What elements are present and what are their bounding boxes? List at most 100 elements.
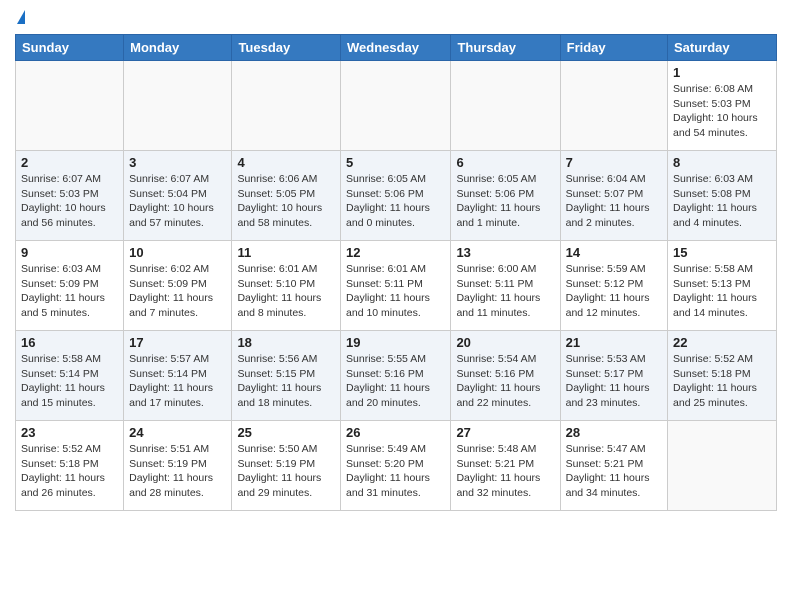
calendar-cell: 6Sunrise: 6:05 AMSunset: 5:06 PMDaylight… bbox=[451, 151, 560, 241]
calendar-cell: 26 Sunrise: 5:49 AMSunset: 5:20 PMDayligh… bbox=[341, 421, 451, 511]
day-info: Sunrise: 6:00 AMSunset: 5:11 PMDaylight:… bbox=[456, 262, 554, 321]
day-info: Sunrise: 5:54 AMSunset: 5:16 PMDaylight:… bbox=[456, 352, 554, 411]
day-info: Sunrise: 5:56 AMSunset: 5:15 PMDaylight:… bbox=[237, 352, 335, 411]
week-row-3: 9 Sunrise: 6:03 AMSunset: 5:09 PMDaylight… bbox=[16, 241, 777, 331]
weekday-header-row: SundayMondayTuesdayWednesdayThursdayFrid… bbox=[16, 35, 777, 61]
calendar-cell: 5 Sunrise: 6:05 AMSunset: 5:06 PMDaylight… bbox=[341, 151, 451, 241]
day-number: 6 bbox=[456, 155, 554, 170]
weekday-header-monday: Monday bbox=[124, 35, 232, 61]
calendar-cell: 9 Sunrise: 6:03 AMSunset: 5:09 PMDaylight… bbox=[16, 241, 124, 331]
day-info: Sunrise: 5:51 AMSunset: 5:19 PMDaylight:… bbox=[129, 442, 226, 501]
day-info: Sunrise: 5:57 AMSunset: 5:14 PMDaylight:… bbox=[129, 352, 226, 411]
day-number: 14 bbox=[566, 245, 662, 260]
week-row-4: 16 Sunrise: 5:58 AMSunset: 5:14 PMDayligh… bbox=[16, 331, 777, 421]
day-info: Sunrise: 5:52 AMSunset: 5:18 PMDaylight:… bbox=[21, 442, 118, 501]
day-number: 16 bbox=[21, 335, 118, 350]
day-info: Sunrise: 6:02 AMSunset: 5:09 PMDaylight:… bbox=[129, 262, 226, 321]
day-number: 17 bbox=[129, 335, 226, 350]
calendar-cell: 16 Sunrise: 5:58 AMSunset: 5:14 PMDayligh… bbox=[16, 331, 124, 421]
calendar-cell bbox=[16, 61, 124, 151]
calendar-cell: 18 Sunrise: 5:56 AMSunset: 5:15 PMDayligh… bbox=[232, 331, 341, 421]
page-header bbox=[15, 10, 777, 26]
day-number: 20 bbox=[456, 335, 554, 350]
day-number: 8 bbox=[673, 155, 771, 170]
day-number: 13 bbox=[456, 245, 554, 260]
day-info: Sunrise: 6:04 AMSunset: 5:07 PMDaylight:… bbox=[566, 172, 662, 231]
weekday-header-saturday: Saturday bbox=[668, 35, 777, 61]
day-number: 9 bbox=[21, 245, 118, 260]
day-info: Sunrise: 6:06 AMSunset: 5:05 PMDaylight:… bbox=[237, 172, 335, 231]
day-number: 18 bbox=[237, 335, 335, 350]
day-info: Sunrise: 5:53 AMSunset: 5:17 PMDaylight:… bbox=[566, 352, 662, 411]
day-number: 26 bbox=[346, 425, 445, 440]
calendar-cell: 12Sunrise: 6:01 AMSunset: 5:11 PMDayligh… bbox=[341, 241, 451, 331]
weekday-header-friday: Friday bbox=[560, 35, 667, 61]
day-number: 15 bbox=[673, 245, 771, 260]
calendar-cell: 27 Sunrise: 5:48 AMSunset: 5:21 PMDayligh… bbox=[451, 421, 560, 511]
day-number: 11 bbox=[237, 245, 335, 260]
week-row-5: 23 Sunrise: 5:52 AMSunset: 5:18 PMDayligh… bbox=[16, 421, 777, 511]
weekday-header-sunday: Sunday bbox=[16, 35, 124, 61]
calendar-cell: 8 Sunrise: 6:03 AMSunset: 5:08 PMDaylight… bbox=[668, 151, 777, 241]
day-number: 28 bbox=[566, 425, 662, 440]
calendar-cell: 13 Sunrise: 6:00 AMSunset: 5:11 PMDayligh… bbox=[451, 241, 560, 331]
calendar-cell: 25Sunrise: 5:50 AMSunset: 5:19 PMDayligh… bbox=[232, 421, 341, 511]
day-number: 10 bbox=[129, 245, 226, 260]
calendar-cell: 1 Sunrise: 6:08 AMSunset: 5:03 PMDaylight… bbox=[668, 61, 777, 151]
day-number: 24 bbox=[129, 425, 226, 440]
day-info: Sunrise: 6:07 AMSunset: 5:03 PMDaylight:… bbox=[21, 172, 118, 231]
day-number: 22 bbox=[673, 335, 771, 350]
day-number: 5 bbox=[346, 155, 445, 170]
day-info: Sunrise: 5:47 AMSunset: 5:21 PMDaylight:… bbox=[566, 442, 662, 501]
calendar-cell bbox=[124, 61, 232, 151]
day-number: 23 bbox=[21, 425, 118, 440]
weekday-header-tuesday: Tuesday bbox=[232, 35, 341, 61]
calendar-cell: 24 Sunrise: 5:51 AMSunset: 5:19 PMDayligh… bbox=[124, 421, 232, 511]
calendar-cell: 14 Sunrise: 5:59 AMSunset: 5:12 PMDayligh… bbox=[560, 241, 667, 331]
calendar-cell: 2 Sunrise: 6:07 AMSunset: 5:03 PMDaylight… bbox=[16, 151, 124, 241]
calendar-cell: 3Sunrise: 6:07 AMSunset: 5:04 PMDaylight… bbox=[124, 151, 232, 241]
day-info: Sunrise: 5:48 AMSunset: 5:21 PMDaylight:… bbox=[456, 442, 554, 501]
day-number: 3 bbox=[129, 155, 226, 170]
day-info: Sunrise: 6:01 AMSunset: 5:11 PMDaylight:… bbox=[346, 262, 445, 321]
day-number: 19 bbox=[346, 335, 445, 350]
day-number: 2 bbox=[21, 155, 118, 170]
day-info: Sunrise: 6:05 AMSunset: 5:06 PMDaylight:… bbox=[346, 172, 445, 231]
calendar-cell: 7 Sunrise: 6:04 AMSunset: 5:07 PMDaylight… bbox=[560, 151, 667, 241]
weekday-header-thursday: Thursday bbox=[451, 35, 560, 61]
calendar-cell: 15 Sunrise: 5:58 AMSunset: 5:13 PMDayligh… bbox=[668, 241, 777, 331]
day-number: 4 bbox=[237, 155, 335, 170]
calendar-cell: 20 Sunrise: 5:54 AMSunset: 5:16 PMDayligh… bbox=[451, 331, 560, 421]
calendar-cell: 11Sunrise: 6:01 AMSunset: 5:10 PMDayligh… bbox=[232, 241, 341, 331]
calendar-cell: 4 Sunrise: 6:06 AMSunset: 5:05 PMDaylight… bbox=[232, 151, 341, 241]
day-number: 27 bbox=[456, 425, 554, 440]
day-info: Sunrise: 6:08 AMSunset: 5:03 PMDaylight:… bbox=[673, 82, 771, 141]
day-info: Sunrise: 5:58 AMSunset: 5:14 PMDaylight:… bbox=[21, 352, 118, 411]
day-number: 7 bbox=[566, 155, 662, 170]
week-row-1: 1 Sunrise: 6:08 AMSunset: 5:03 PMDaylight… bbox=[16, 61, 777, 151]
calendar-cell: 17 Sunrise: 5:57 AMSunset: 5:14 PMDayligh… bbox=[124, 331, 232, 421]
day-info: Sunrise: 5:58 AMSunset: 5:13 PMDaylight:… bbox=[673, 262, 771, 321]
day-info: Sunrise: 5:50 AMSunset: 5:19 PMDaylight:… bbox=[237, 442, 335, 501]
calendar-table: SundayMondayTuesdayWednesdayThursdayFrid… bbox=[15, 34, 777, 511]
calendar-cell: 28 Sunrise: 5:47 AMSunset: 5:21 PMDayligh… bbox=[560, 421, 667, 511]
day-info: Sunrise: 5:59 AMSunset: 5:12 PMDaylight:… bbox=[566, 262, 662, 321]
calendar-cell: 22 Sunrise: 5:52 AMSunset: 5:18 PMDayligh… bbox=[668, 331, 777, 421]
calendar-cell bbox=[232, 61, 341, 151]
day-number: 21 bbox=[566, 335, 662, 350]
day-number: 1 bbox=[673, 65, 771, 80]
calendar-cell bbox=[451, 61, 560, 151]
calendar-cell bbox=[341, 61, 451, 151]
logo-triangle-icon bbox=[17, 10, 25, 24]
calendar-cell: 21 Sunrise: 5:53 AMSunset: 5:17 PMDayligh… bbox=[560, 331, 667, 421]
day-info: Sunrise: 6:03 AMSunset: 5:08 PMDaylight:… bbox=[673, 172, 771, 231]
calendar-cell: 19 Sunrise: 5:55 AMSunset: 5:16 PMDayligh… bbox=[341, 331, 451, 421]
calendar-cell bbox=[560, 61, 667, 151]
day-info: Sunrise: 6:03 AMSunset: 5:09 PMDaylight:… bbox=[21, 262, 118, 321]
day-info: Sunrise: 5:49 AMSunset: 5:20 PMDaylight:… bbox=[346, 442, 445, 501]
logo bbox=[15, 10, 25, 26]
day-info: Sunrise: 5:52 AMSunset: 5:18 PMDaylight:… bbox=[673, 352, 771, 411]
calendar-cell: 23 Sunrise: 5:52 AMSunset: 5:18 PMDayligh… bbox=[16, 421, 124, 511]
day-info: Sunrise: 5:55 AMSunset: 5:16 PMDaylight:… bbox=[346, 352, 445, 411]
weekday-header-wednesday: Wednesday bbox=[341, 35, 451, 61]
